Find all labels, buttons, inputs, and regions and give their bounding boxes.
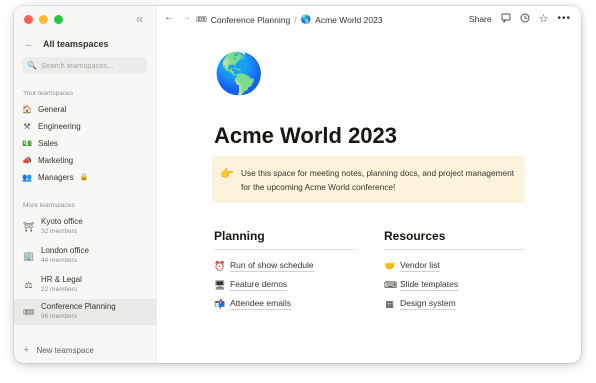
link-slide-templates[interactable]: ⌨ Slide templates (384, 279, 459, 291)
sidebar-item-label: Kyoto office (41, 217, 83, 226)
pointing-hand-icon: 👉 (220, 168, 234, 180)
sidebar-item-hr-legal[interactable]: ⚖ HR & Legal 22 members (14, 272, 156, 298)
link-feature-demos[interactable]: 🖥 Feature demos (214, 279, 288, 291)
sidebar-item-label: London office (41, 246, 89, 255)
history-clock-icon[interactable] (520, 13, 530, 25)
more-options-icon[interactable]: ••• (557, 13, 571, 24)
torii-icon: ⛩ (23, 222, 35, 232)
plus-icon: + (23, 344, 30, 356)
link-label: Slide templates (400, 279, 459, 291)
sidebar-item-label: Conference Planning (41, 302, 116, 311)
building-icon: 🏢 (23, 251, 35, 261)
star-icon[interactable]: ☆ (539, 12, 549, 25)
ticket-icon: 🎟 (23, 307, 35, 317)
grid-icon: ▦ (385, 298, 394, 309)
money-icon: 💵 (22, 138, 32, 148)
sidebar: « ← All teamspaces 🔍 Your teamspaces 🏠 G… (14, 6, 157, 363)
search-input[interactable] (40, 60, 141, 70)
close-window-button[interactable] (24, 15, 33, 24)
sidebar-item-label: Sales (38, 138, 59, 148)
back-arrow-icon[interactable]: ← (164, 12, 174, 23)
handshake-icon: 🤝 (384, 260, 396, 271)
sidebar-item-sales[interactable]: 💵 Sales (22, 136, 58, 150)
your-teamspaces-label: Your teamspaces (23, 90, 73, 97)
maximize-window-button[interactable] (54, 15, 63, 24)
globe-icon: 🌎 (300, 14, 312, 24)
sidebar-item-kyoto-office[interactable]: ⛩ Kyoto office 32 members (14, 214, 156, 240)
house-icon: 🏠 (22, 104, 32, 114)
sidebar-item-london-office[interactable]: 🏢 London office 44 members (14, 243, 156, 269)
all-teamspaces-label: All teamspaces (43, 39, 109, 49)
planning-heading: Planning (214, 229, 265, 243)
more-teamspaces-label: More teamspaces (23, 202, 75, 209)
all-teamspaces-link[interactable]: ← All teamspaces (24, 38, 109, 50)
mailbox-icon: 📬 (214, 298, 226, 309)
member-count: 32 members (41, 228, 78, 235)
comment-icon[interactable] (501, 13, 511, 25)
alarm-clock-icon: ⏰ (214, 260, 226, 271)
page-title[interactable]: Acme World 2023 (214, 123, 397, 149)
link-vendor-list[interactable]: 🤝 Vendor list (384, 260, 440, 272)
sidebar-item-label: Engineering (38, 121, 81, 131)
planning-divider (214, 249, 356, 250)
new-teamspace-button[interactable]: + New teamspace (23, 344, 94, 356)
breadcrumb-current[interactable]: Acme World 2023 (315, 15, 382, 25)
people-icon: 👥 (22, 172, 32, 182)
megaphone-icon: 📣 (22, 155, 32, 165)
member-count: 44 members (41, 257, 78, 264)
ticket-icon: 🎟 (196, 14, 207, 24)
resources-heading: Resources (384, 229, 446, 243)
link-label: Vendor list (400, 260, 440, 272)
sidebar-item-general[interactable]: 🏠 General (22, 102, 66, 116)
sidebar-item-managers[interactable]: 👥 Managers 🔒 (22, 170, 88, 184)
search-icon: 🔍 (27, 60, 37, 70)
page-icon-globe[interactable]: 🌎 (214, 54, 264, 94)
minimize-window-button[interactable] (39, 15, 48, 24)
sidebar-item-label: Managers (38, 172, 74, 182)
scales-icon: ⚖ (24, 280, 33, 290)
link-label: Run of show schedule (230, 260, 314, 272)
resources-divider (384, 249, 526, 250)
lock-icon: 🔒 (79, 174, 89, 181)
link-label: Attendee emails (230, 298, 291, 310)
link-label: Design system (400, 298, 456, 310)
sidebar-item-marketing[interactable]: 📣 Marketing (22, 153, 73, 167)
breadcrumb-separator: / (294, 14, 297, 25)
desktop-icon: 🖥 (214, 279, 226, 290)
top-bar: ← → 🎟 Conference Planning / 🌎 Acme World… (156, 6, 581, 32)
link-attendee-emails[interactable]: 📬 Attendee emails (214, 298, 291, 310)
teamspace-search[interactable]: 🔍 (22, 57, 147, 73)
window-controls (24, 15, 63, 24)
back-arrow-icon: ← (24, 38, 35, 50)
collapse-sidebar-icon[interactable]: « (136, 11, 143, 26)
sidebar-item-label: HR & Legal (41, 275, 82, 284)
sidebar-item-label: General (38, 104, 67, 114)
link-label: Feature demos (230, 279, 288, 291)
member-count: 22 members (41, 286, 78, 293)
sidebar-item-engineering[interactable]: ⚒ Engineering (22, 119, 81, 133)
link-run-of-show[interactable]: ⏰ Run of show schedule (214, 260, 314, 272)
history-nav: ← → (164, 12, 191, 23)
app-window: « ← All teamspaces 🔍 Your teamspaces 🏠 G… (14, 6, 581, 363)
page-actions: Share ☆ ••• (469, 12, 571, 25)
callout-text: Use this space for meeting notes, planni… (241, 168, 515, 192)
breadcrumb: 🎟 Conference Planning / 🌎 Acme World 202… (196, 14, 383, 25)
sidebar-item-conference-planning[interactable]: 🎟 Conference Planning 96 members (14, 299, 156, 325)
forward-arrow-icon[interactable]: → (181, 12, 191, 23)
member-count: 96 members (41, 313, 78, 320)
new-teamspace-label: New teamspace (36, 345, 94, 355)
sidebar-item-label: Marketing (38, 155, 74, 165)
breadcrumb-parent[interactable]: Conference Planning (211, 15, 290, 25)
keyboard-icon: ⌨ (384, 279, 397, 290)
share-button[interactable]: Share (469, 14, 492, 24)
link-design-system[interactable]: ▦ Design system (384, 298, 456, 310)
hammer-icon: ⚒ (23, 121, 31, 131)
callout-block[interactable]: 👉 Use this space for meeting notes, plan… (212, 156, 525, 203)
